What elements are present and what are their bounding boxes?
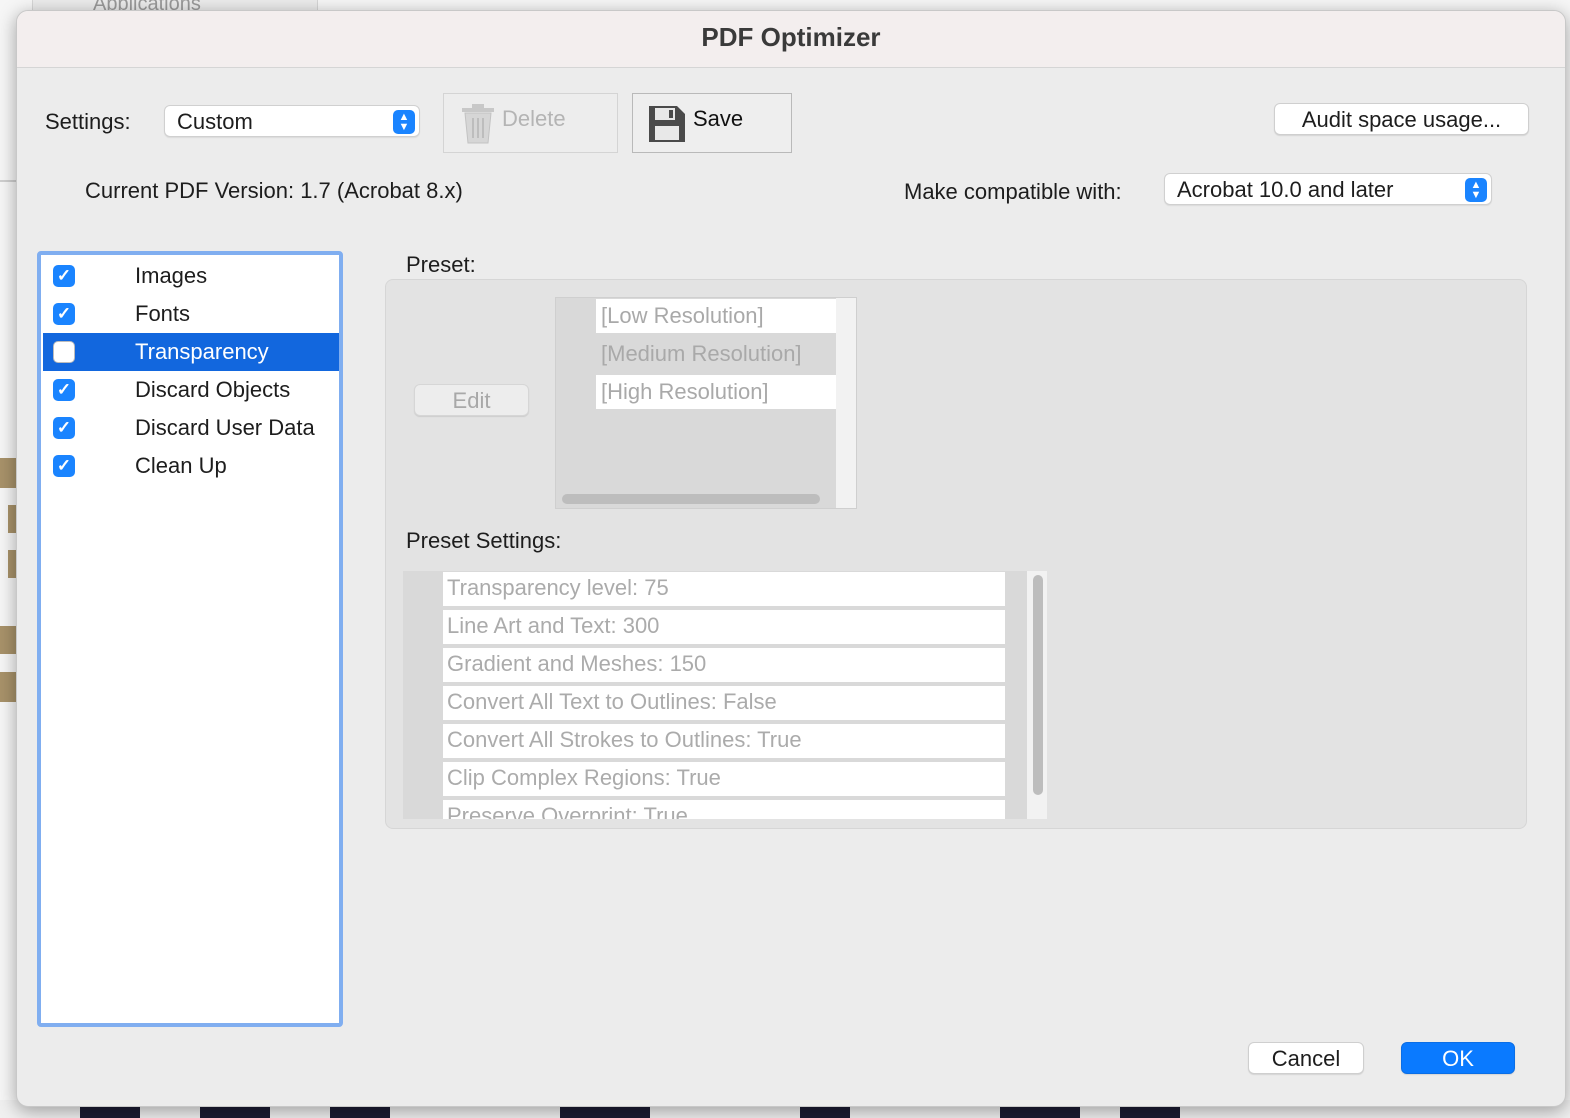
delete-button-label: Delete [502,106,566,131]
preset-setting-row: Transparency level: 75 [443,572,1005,606]
cancel-button[interactable]: Cancel [1248,1042,1364,1074]
preset-settings-scrollbar[interactable] [1027,571,1047,819]
category-item-discard-user-data[interactable]: ✓ Discard User Data [43,409,339,447]
pdf-optimizer-dialog: PDF Optimizer Settings: Custom ▲ ▼ Delete… [16,10,1566,1107]
preset-setting-row: Clip Complex Regions: True [443,762,1005,796]
background-decoration [0,458,16,488]
compatibility-select[interactable]: Acrobat 10.0 and later ▲ ▼ [1164,173,1492,205]
preset-setting-row: Convert All Strokes to Outlines: True [443,724,1005,758]
checkbox-discard-user-data[interactable]: ✓ [53,417,75,439]
chevron-updown-icon: ▲ ▼ [1465,178,1487,202]
preset-list-horizontal-scrollbar[interactable] [562,494,820,504]
preset-setting-row: Preserve Overprint: True [443,800,1005,819]
audit-space-usage-button[interactable]: Audit space usage... [1274,103,1529,135]
preset-settings-list[interactable]: Transparency level: 75 Line Art and Text… [403,571,1047,819]
preset-setting-row: Line Art and Text: 300 [443,610,1005,644]
checkbox-discard-objects[interactable]: ✓ [53,379,75,401]
compatibility-select-value: Acrobat 10.0 and later [1177,177,1394,202]
category-label: Fonts [135,301,191,326]
checkbox-clean-up[interactable]: ✓ [53,455,75,477]
make-compatible-label: Make compatible with: [904,179,1122,204]
category-item-fonts[interactable]: ✓ Fonts [43,295,339,333]
preset-setting-row: Gradient and Meshes: 150 [443,648,1005,682]
chevron-updown-icon: ▲ ▼ [393,110,415,134]
preset-item-high[interactable]: [High Resolution] [596,375,836,409]
category-label: Clean Up [135,453,227,478]
category-item-images[interactable]: ✓ Images [43,257,339,295]
settings-label: Settings: [45,109,131,134]
delete-button[interactable]: Delete [443,93,618,153]
category-item-clean-up[interactable]: ✓ Clean Up [43,447,339,485]
save-button-label: Save [693,106,744,131]
category-label: Discard Objects [135,377,291,402]
background-decoration [8,505,16,533]
category-label: Images [135,263,208,288]
save-button[interactable]: Save [632,93,792,153]
preset-list[interactable]: [Low Resolution] [Medium Resolution] [Hi… [555,297,857,509]
current-pdf-version: Current PDF Version: 1.7 (Acrobat 8.x) [85,178,463,203]
category-item-discard-objects[interactable]: ✓ Discard Objects [43,371,339,409]
ok-button[interactable]: OK [1401,1042,1515,1074]
preset-settings-label: Preset Settings: [406,528,562,553]
preset-list-scrollbar[interactable] [836,298,856,508]
checkbox-images[interactable]: ✓ [53,265,75,287]
background-decoration [0,672,16,702]
preset-setting-row: Convert All Text to Outlines: False [443,686,1005,720]
dialog-title: PDF Optimizer [17,11,1565,68]
background-decoration [8,550,16,578]
trash-icon [462,104,494,144]
category-item-transparency[interactable]: Transparency [43,333,339,371]
preset-settings-scroll-thumb[interactable] [1033,575,1043,795]
preset-item-low[interactable]: [Low Resolution] [596,299,836,333]
background-decoration [0,626,16,654]
edit-button[interactable]: Edit [414,384,529,416]
settings-select-value: Custom [177,109,253,134]
background-sidebar-edge [0,80,16,182]
category-label: Transparency [135,339,269,364]
preset-label: Preset: [406,252,476,277]
preset-item-medium[interactable]: [Medium Resolution] [596,337,836,371]
category-list[interactable]: ✓ Images ✓ Fonts Transparency ✓ Discard … [37,251,343,1027]
checkbox-fonts[interactable]: ✓ [53,303,75,325]
category-label: Discard User Data [135,415,315,440]
checkbox-transparency[interactable] [53,341,75,363]
floppy-disk-icon [649,106,685,142]
settings-select[interactable]: Custom ▲ ▼ [164,105,420,137]
